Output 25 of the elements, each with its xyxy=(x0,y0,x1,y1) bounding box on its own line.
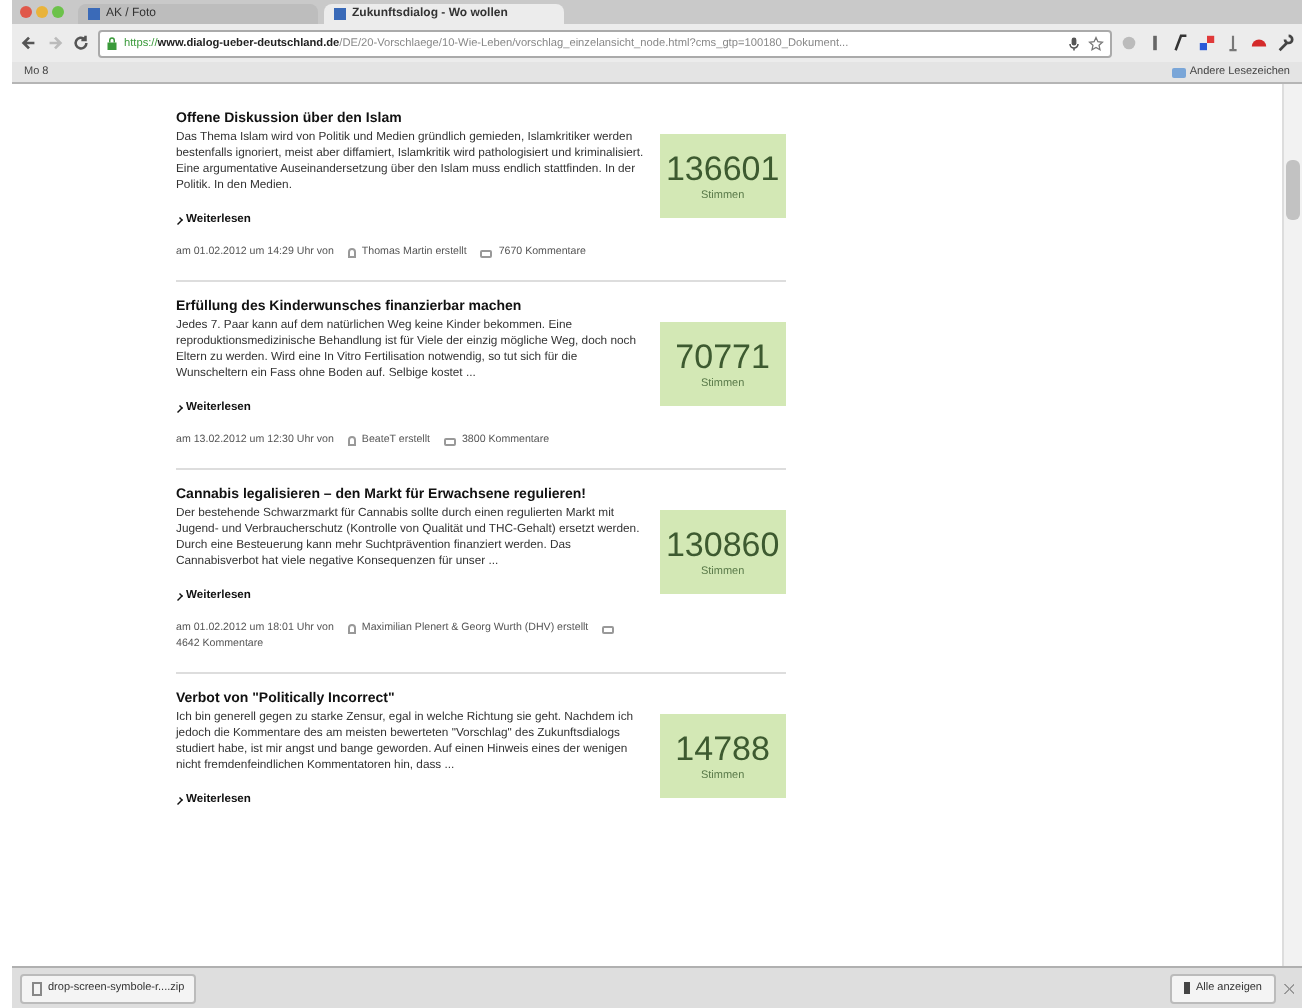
chevron-icon xyxy=(175,796,183,804)
comment-icon xyxy=(602,625,615,633)
file-icon xyxy=(32,981,42,995)
vote-count: 136601 xyxy=(665,151,780,187)
microphone-icon[interactable] xyxy=(1066,35,1082,51)
comment-icon xyxy=(480,249,493,257)
scrollbar[interactable] xyxy=(1282,84,1302,966)
vote-count: 70771 xyxy=(675,339,770,375)
comment-icon xyxy=(443,437,456,445)
person-icon xyxy=(347,624,356,634)
favicon-icon xyxy=(334,8,346,20)
folder-icon xyxy=(1171,67,1186,77)
lock-icon xyxy=(106,35,118,51)
chevron-icon xyxy=(175,404,183,412)
vote-count: 14788 xyxy=(675,731,770,767)
reload-icon[interactable] xyxy=(72,34,90,52)
person-icon xyxy=(347,436,356,446)
person-icon xyxy=(347,248,356,258)
back-icon[interactable] xyxy=(20,34,38,52)
chevron-icon xyxy=(175,216,183,224)
favicon-icon xyxy=(88,8,100,20)
star-icon[interactable] xyxy=(1088,35,1104,51)
chevron-icon xyxy=(175,592,183,600)
vote-count: 130860 xyxy=(665,527,780,563)
wrench-icon[interactable] xyxy=(1276,34,1294,52)
